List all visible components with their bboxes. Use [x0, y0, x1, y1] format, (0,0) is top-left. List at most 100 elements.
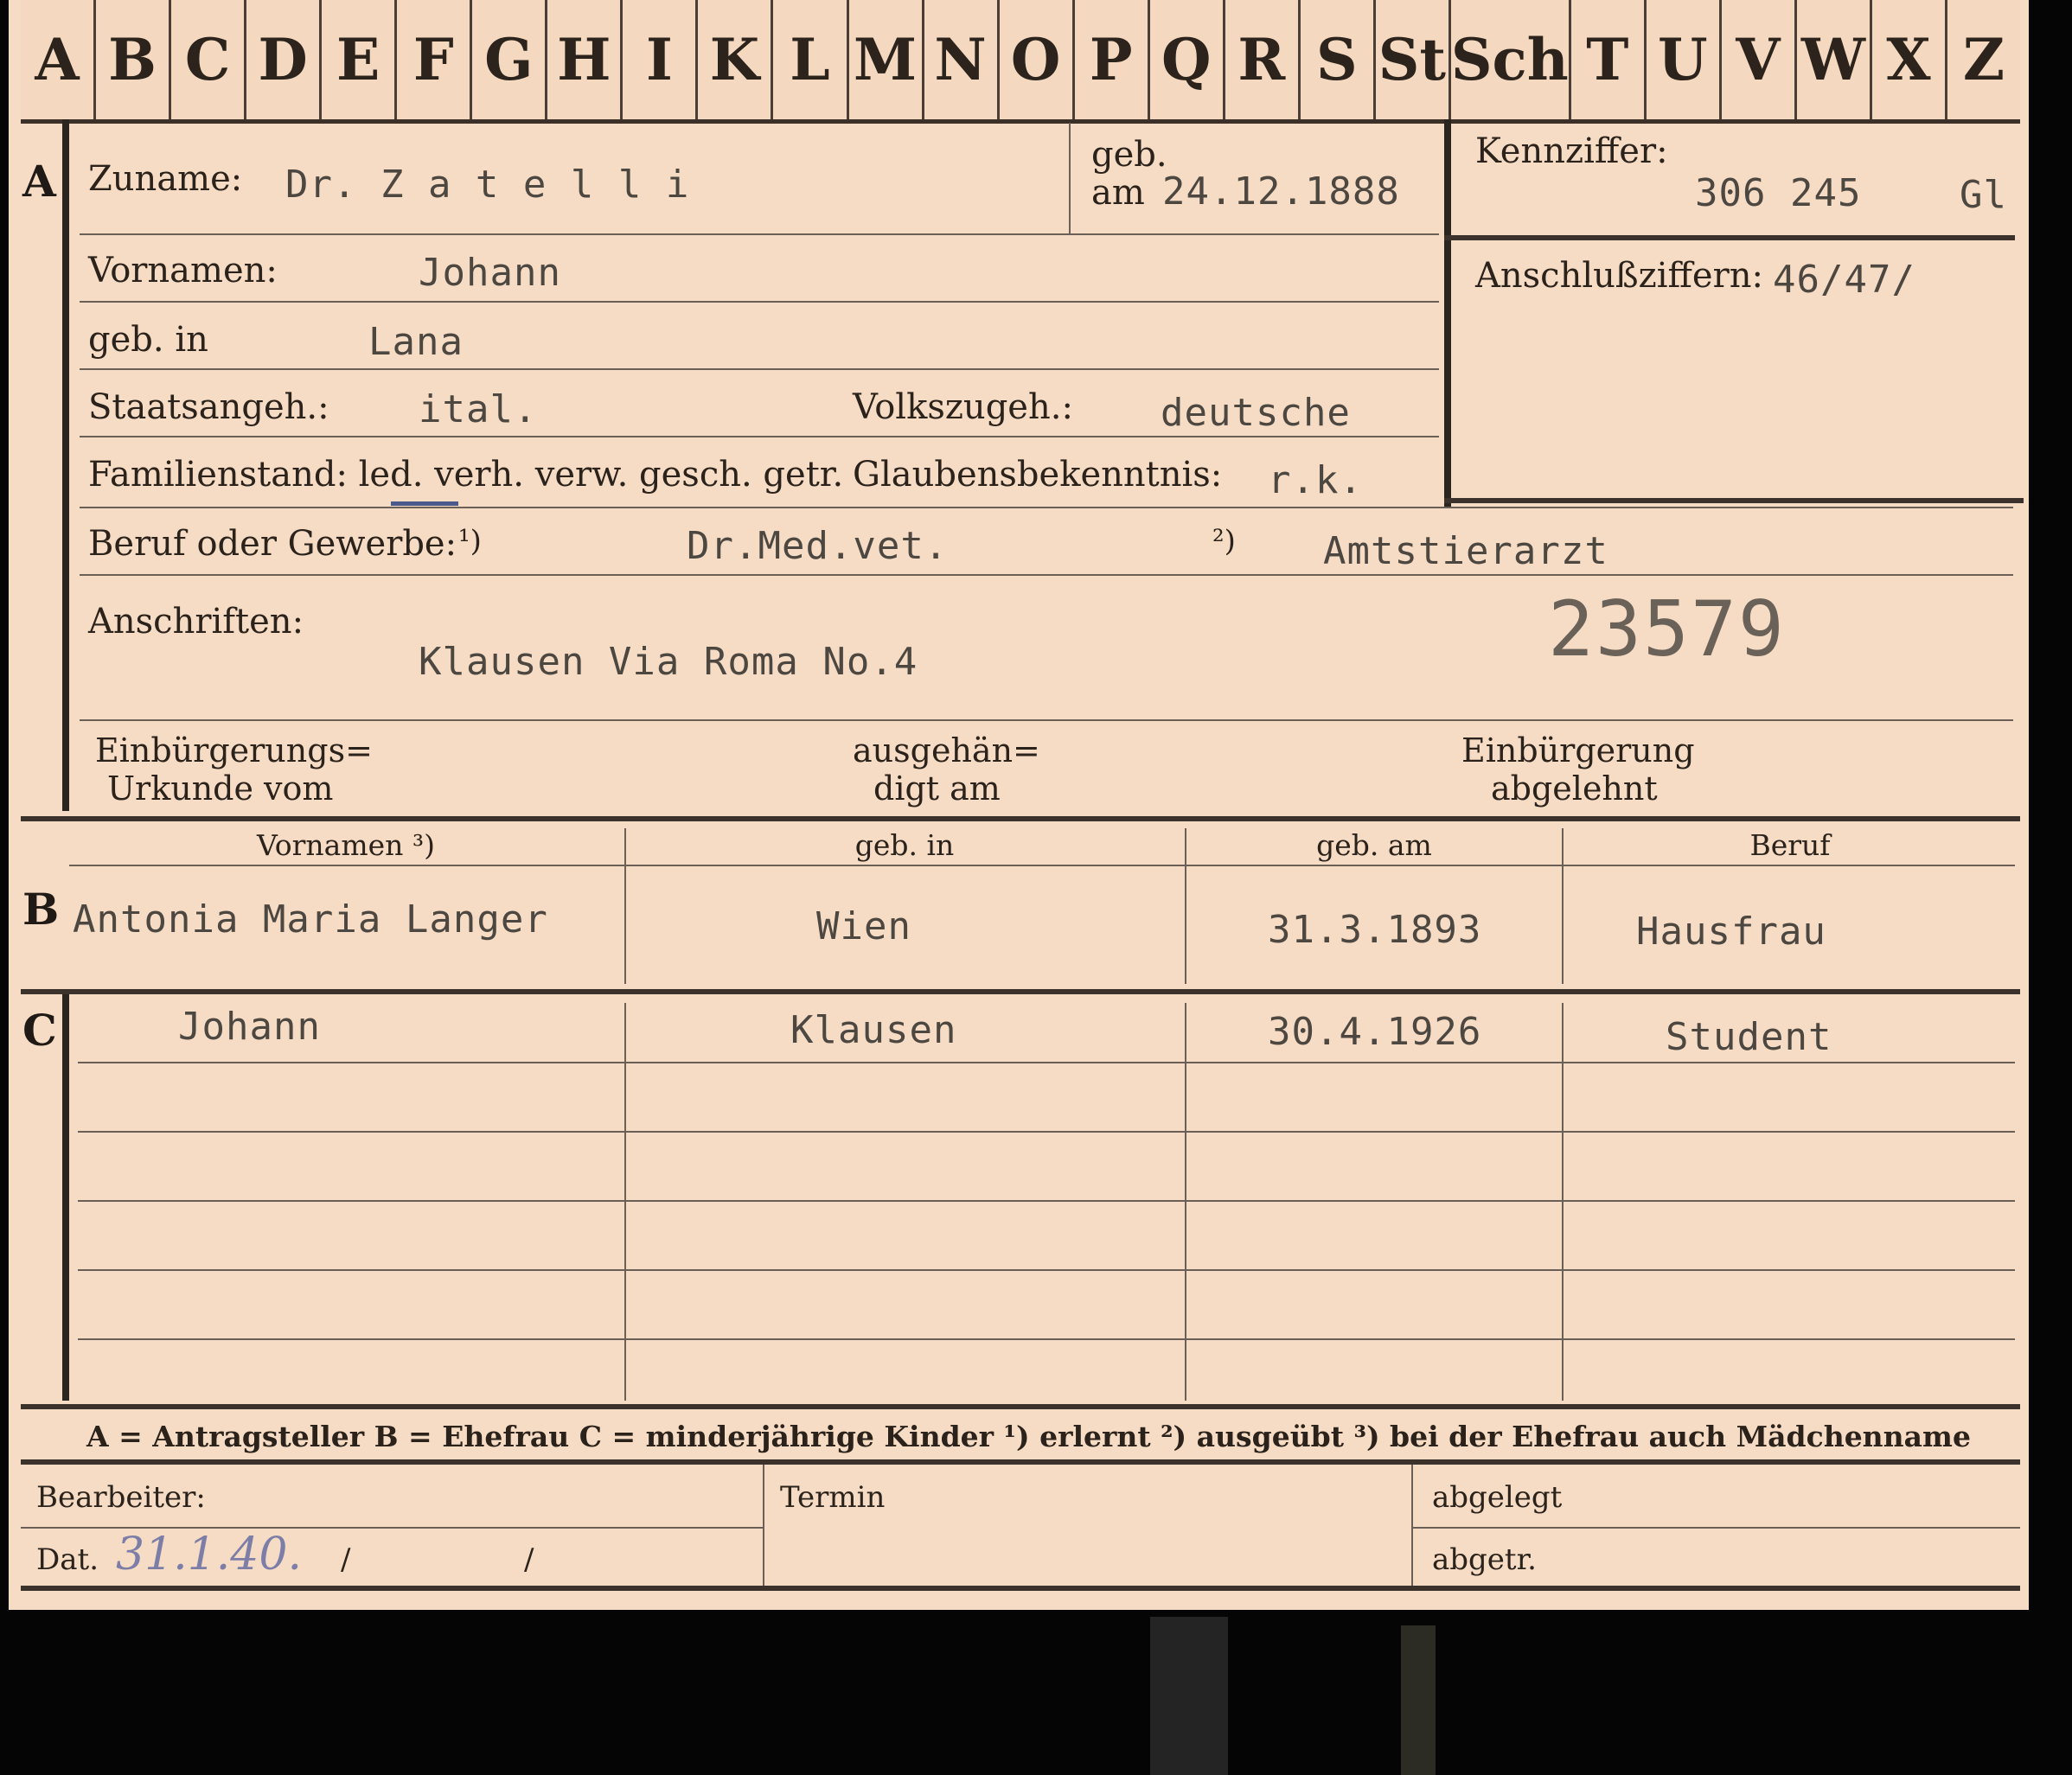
file-number-stamp: 23579 — [1548, 584, 1786, 674]
row-line — [78, 1062, 2015, 1063]
row-line — [80, 368, 1439, 370]
alphabet-tab-a: A — [21, 0, 97, 119]
alphabet-tab-st: St — [1376, 0, 1451, 119]
section-divider — [21, 816, 2020, 821]
alphabet-tab-l: L — [773, 0, 849, 119]
child-birthdate: 30.4.1926 — [1268, 1010, 1482, 1054]
date-slash-1: / — [341, 1542, 351, 1577]
id-box-border — [1444, 498, 2024, 503]
alphabet-tab-f: F — [397, 0, 473, 119]
citizenship-label: Staatsangeh.: — [88, 387, 329, 427]
code-value: 306 245 — [1695, 171, 1862, 215]
alphabet-tab-d: D — [246, 0, 323, 119]
col-header-profession: Beruf — [1749, 828, 1831, 862]
firstname-label: Vornamen: — [88, 251, 278, 291]
id-box-border — [1444, 235, 2015, 240]
col-divider — [624, 828, 626, 984]
row-line — [80, 574, 2013, 576]
section-divider — [62, 994, 69, 1401]
alphabet-tab-o: O — [1000, 0, 1075, 119]
birthplace-value: Lana — [368, 320, 464, 364]
section-letter-a: A — [22, 156, 56, 207]
scan-artifact — [1150, 1617, 1228, 1775]
section-letter-b: B — [22, 884, 60, 935]
row-line — [78, 1200, 2015, 1202]
alphabet-tab-e: E — [322, 0, 398, 119]
link-code-label: Anschlußziffern: — [1475, 256, 1763, 296]
naturalization-cert-label-2: Urkunde vom — [107, 769, 334, 808]
alphabet-tab-g: G — [472, 0, 548, 119]
ethnicity-value: deutsche — [1161, 391, 1351, 435]
removed-label: abgetr. — [1432, 1542, 1537, 1577]
alphabet-tab-i: I — [623, 0, 699, 119]
row-line — [80, 233, 1439, 235]
section-divider — [21, 989, 2020, 994]
handed-over-label-2: digt am — [873, 769, 1001, 808]
row-line — [78, 1338, 2015, 1340]
alphabet-tab-x: X — [1872, 0, 1947, 119]
alphabet-tab-h: H — [547, 0, 624, 119]
row-line — [80, 436, 1439, 437]
wife-birthdate: 31.3.1893 — [1268, 908, 1482, 952]
marital-status-underline — [391, 501, 458, 506]
link-code-value: 46/47/ — [1773, 258, 1915, 302]
wife-birthplace: Wien — [816, 904, 911, 948]
birthplace-label: geb. in — [88, 320, 208, 360]
col-divider — [1562, 828, 1564, 984]
birth-date-label-1: geb. — [1091, 135, 1167, 175]
alphabet-tab-c: C — [171, 0, 247, 119]
birth-date-value: 24.12.1888 — [1162, 169, 1400, 214]
registration-card: A B C D E F G H I K L M N O P Q R S St Sch T U V W X Z A B C Kenn… — [9, 0, 2029, 1610]
clerk-label: Bearbeiter: — [36, 1480, 206, 1515]
row-line — [80, 507, 2013, 508]
address-label: Anschriften: — [88, 602, 304, 642]
section-divider — [62, 119, 69, 811]
profession-footnote-2: ²) — [1212, 524, 1236, 559]
row-line — [80, 301, 1439, 303]
religion-label: Glaubensbekenntnis: — [853, 455, 1223, 495]
alphabet-tab-m: M — [849, 0, 924, 119]
col-header-birthdate: geb. am — [1316, 828, 1432, 862]
code-label: Kennziffer: — [1475, 131, 1668, 171]
alphabet-tab-w: W — [1797, 0, 1872, 119]
alphabet-tab-u: U — [1647, 0, 1722, 119]
alphabet-tab-v: V — [1722, 0, 1797, 119]
alphabet-tab-b: B — [96, 0, 172, 119]
scan-artifact — [1401, 1625, 1436, 1775]
ethnicity-label: Volkszugeh.: — [853, 387, 1073, 427]
row-line — [78, 1131, 2015, 1133]
row-line — [1411, 1527, 2020, 1529]
citizenship-value: ital. — [419, 387, 538, 431]
child-birthplace: Klausen — [790, 1008, 957, 1052]
alphabet-tab-r: R — [1225, 0, 1301, 119]
religion-value: r.k. — [1268, 458, 1363, 502]
scanned-card-page: A B C D E F G H I K L M N O P Q R S St Sch T U V W X Z A B C Kenn… — [0, 0, 2072, 1775]
alphabet-tab-z: Z — [1962, 26, 2005, 93]
col-divider — [763, 1465, 764, 1586]
section-divider — [21, 1459, 2020, 1465]
legend-text: A = Antragsteller B = Ehefrau C = minder… — [86, 1420, 1971, 1453]
wife-profession: Hausfrau — [1636, 910, 1826, 954]
col-divider — [1411, 1465, 1413, 1586]
alphabet-tab-sch: Sch — [1451, 0, 1571, 119]
field-divider — [1069, 123, 1071, 233]
col-divider — [1185, 828, 1186, 984]
profession-learned-value: Dr.Med.vet. — [687, 524, 949, 568]
row-line — [69, 865, 2015, 866]
firstname-value: Johann — [419, 251, 561, 295]
surname-value: Dr. Z a t e l l i — [285, 163, 690, 207]
child-firstname: Johann — [178, 1005, 321, 1049]
alphabet-tab-row: A B C D E F G H I K L M N O P Q R S St Sch T U V W X Z — [21, 0, 2020, 124]
alphabet-tab-p: P — [1075, 0, 1150, 119]
col-header-firstnames: Vornamen ³) — [256, 828, 436, 862]
date-label: Dat. — [36, 1542, 99, 1577]
profession-label: Beruf oder Gewerbe: — [88, 524, 457, 564]
alphabet-tab-q: Q — [1150, 0, 1225, 119]
col-header-birthplace: geb. in — [854, 828, 955, 862]
wife-firstnames: Antonia Maria Langer — [73, 897, 548, 942]
rejected-label-1: Einbürgerung — [1461, 731, 1695, 769]
section-divider — [21, 1404, 2020, 1409]
date-handwritten: 31.1.40. — [116, 1529, 303, 1580]
handed-over-label-1: ausgehän= — [853, 731, 1040, 769]
alphabet-tab-n: N — [924, 0, 1000, 119]
